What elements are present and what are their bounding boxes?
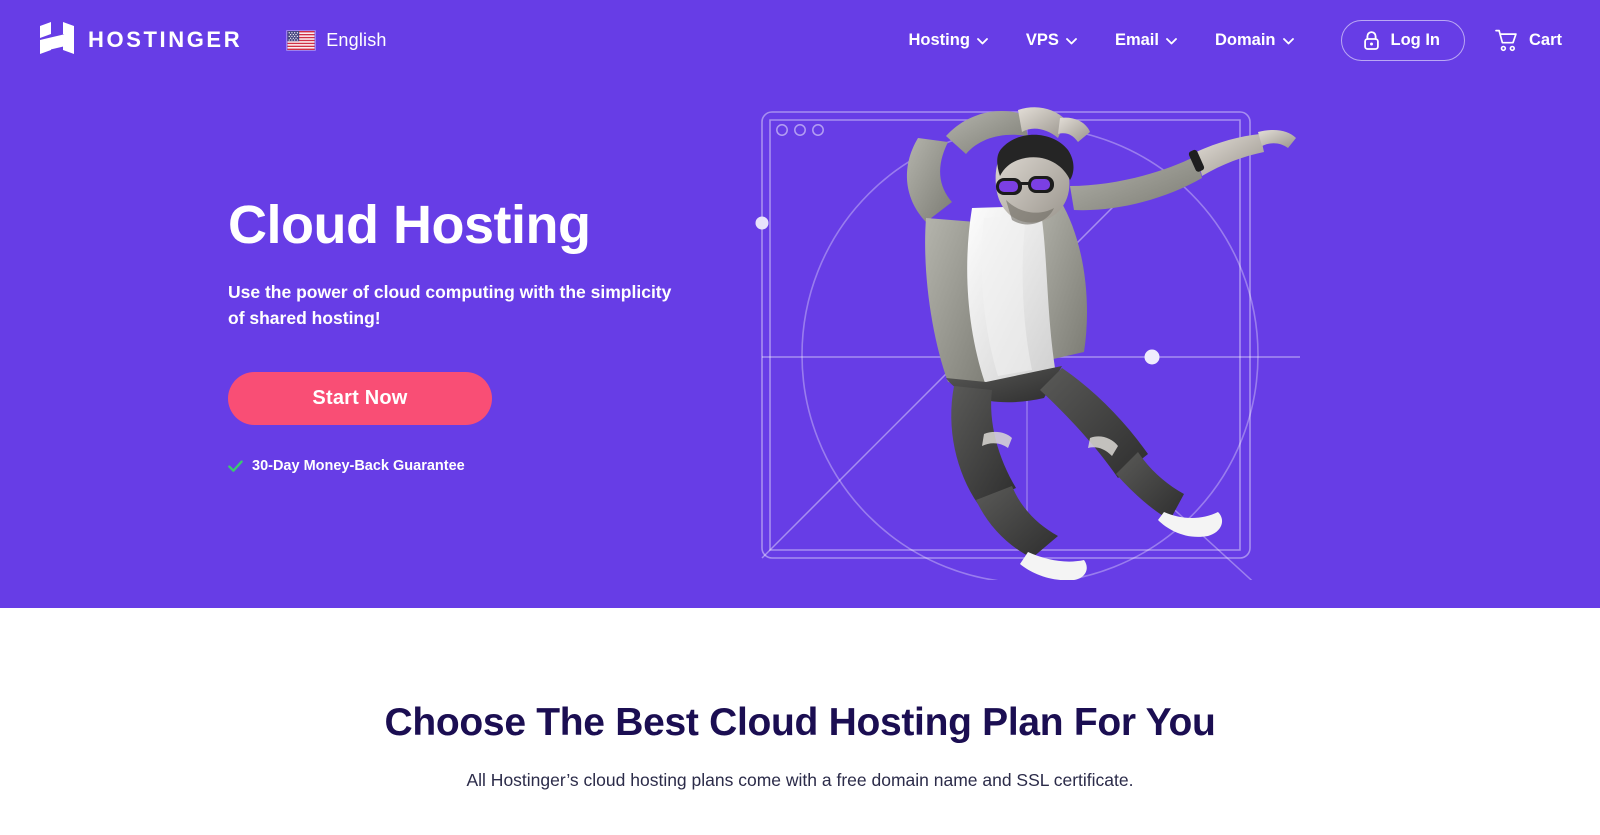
- jumping-man-figure: [906, 107, 1296, 580]
- nav-item-domain[interactable]: Domain: [1196, 31, 1313, 50]
- brand-logo[interactable]: HOSTINGER: [40, 22, 242, 58]
- hostinger-h-logo-icon: [40, 22, 74, 58]
- guarantee-label: 30-Day Money-Back Guarantee: [252, 458, 465, 475]
- cart-label: Cart: [1528, 30, 1562, 49]
- hero-copy-block: Cloud Hosting Use the power of cloud com…: [228, 196, 748, 474]
- nav-item-email[interactable]: Email: [1096, 31, 1196, 50]
- money-back-guarantee: 30-Day Money-Back Guarantee: [228, 458, 748, 474]
- page-root: HOSTINGER English Hosting VPS Email Doma…: [0, 0, 1600, 835]
- chevron-down-icon: [977, 36, 988, 45]
- plans-section-subtitle: All Hostinger’s cloud hosting plans come…: [466, 770, 1134, 790]
- hero-section: HOSTINGER English Hosting VPS Email Doma…: [0, 0, 1600, 608]
- shopping-cart-icon: [1495, 29, 1519, 52]
- nav-right-group: Hosting VPS Email Domain Log In Cart: [890, 19, 1562, 61]
- nav-item-label: VPS: [1025, 30, 1059, 49]
- nav-item-label: Email: [1114, 30, 1159, 49]
- language-selector[interactable]: English: [286, 29, 387, 51]
- language-label: English: [326, 29, 387, 50]
- top-navigation-bar: HOSTINGER English Hosting VPS Email Doma…: [0, 0, 1600, 80]
- nav-item-label: Hosting: [908, 30, 970, 49]
- start-now-button[interactable]: Start Now: [228, 372, 492, 426]
- hero-subtitle: Use the power of cloud computing with th…: [228, 282, 672, 328]
- chevron-down-icon: [1166, 36, 1177, 45]
- chevron-down-icon: [1066, 36, 1077, 45]
- plans-section-title: Choose The Best Cloud Hosting Plan For Y…: [384, 701, 1216, 744]
- cart-button[interactable]: Cart: [1495, 29, 1562, 52]
- green-check-icon: [228, 460, 243, 473]
- nav-item-vps[interactable]: VPS: [1007, 31, 1096, 50]
- nav-item-label: Domain: [1214, 30, 1276, 49]
- hero-title: Cloud Hosting: [228, 195, 591, 255]
- us-flag-icon: [286, 29, 317, 51]
- brand-name: HOSTINGER: [88, 27, 243, 52]
- login-button[interactable]: Log In: [1340, 19, 1465, 61]
- lock-icon: [1362, 30, 1381, 51]
- plans-section: Choose The Best Cloud Hosting Plan For Y…: [0, 608, 1600, 835]
- chevron-down-icon: [1282, 36, 1294, 45]
- login-button-label: Log In: [1390, 30, 1440, 49]
- nav-item-hosting[interactable]: Hosting: [890, 31, 1007, 50]
- hero-illustration: [740, 90, 1320, 580]
